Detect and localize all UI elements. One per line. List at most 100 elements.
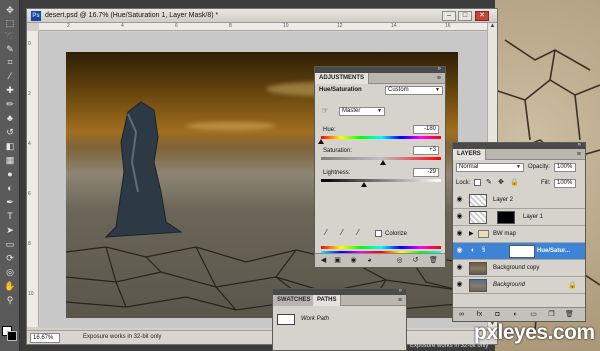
close-button[interactable]: ✕ <box>475 11 489 21</box>
trash-icon[interactable]: 🗑 <box>565 310 574 319</box>
add-mask-icon[interactable]: ◘ <box>493 310 502 319</box>
chain-link-icon[interactable]: § <box>482 247 485 253</box>
layer-row[interactable]: ◉ Layer 2 <box>453 192 585 209</box>
marquee-tool-icon[interactable]: ⬚ <box>3 17 17 29</box>
eraser-tool-icon[interactable]: ◧ <box>3 140 17 152</box>
eye-icon[interactable]: ◉ <box>455 196 464 204</box>
hue-field[interactable]: -180 <box>413 125 439 134</box>
collapse-icon[interactable]: » <box>578 142 581 149</box>
tab-paths[interactable]: PATHS <box>313 295 342 306</box>
scroll-up-icon[interactable]: ▲ <box>489 23 496 31</box>
healing-brush-tool-icon[interactable]: ✚ <box>3 84 17 96</box>
visibility-icon[interactable]: ◕ <box>365 256 374 265</box>
on-image-adjustment-icon[interactable]: ☞ <box>320 106 330 116</box>
panel-menu-icon[interactable]: ≡ <box>398 295 402 306</box>
layer-style-icon[interactable]: fx <box>475 310 484 319</box>
layer-group-row[interactable]: ◉ ▶ BW map <box>453 226 585 243</box>
lightness-slider-track[interactable] <box>321 179 441 182</box>
layer-mask-thumbnail[interactable] <box>509 245 535 258</box>
new-group-icon[interactable]: ▭ <box>529 310 538 319</box>
collapse-icon[interactable]: » <box>399 288 402 295</box>
back-arrow-icon[interactable]: ◀ <box>319 256 328 265</box>
reset-icon[interactable]: ↺ <box>411 256 420 265</box>
clip-to-layer-icon[interactable]: ◉ <box>349 256 358 265</box>
eyedropper-icon[interactable]: ⁄ <box>321 228 331 238</box>
lasso-tool-icon[interactable]: ➰ <box>3 30 17 42</box>
expand-view-icon[interactable]: ▣ <box>333 256 342 265</box>
saturation-field[interactable]: +3 <box>413 146 439 155</box>
eyedropper-minus-icon[interactable]: ⁄ <box>353 228 363 238</box>
quick-selection-tool-icon[interactable]: ✎ <box>3 43 17 55</box>
background-color-swatch[interactable] <box>7 331 17 341</box>
layer-name: Background <box>493 282 526 288</box>
3d-orbit-tool-icon[interactable]: ◎ <box>3 266 17 278</box>
preset-dropdown[interactable]: Custom ▼ <box>385 86 443 95</box>
lock-icon: 🔒 <box>568 282 577 289</box>
crop-tool-icon[interactable]: ⌗ <box>3 56 17 68</box>
adjustment-layer-icon[interactable]: ◐ <box>511 310 520 319</box>
brush-tool-icon[interactable]: ✏ <box>3 98 17 110</box>
adjustments-panel: » ADJUSTMENTS ≡ Hue/Saturation Custom ▼ … <box>314 66 446 268</box>
eye-icon[interactable]: ◉ <box>455 247 464 255</box>
layer-mask-thumbnail[interactable] <box>497 211 515 224</box>
layer-row-selected[interactable]: ◉ ◐ § Hue/Satur... <box>453 243 585 260</box>
channel-dropdown[interactable]: Master ▼ <box>339 107 385 116</box>
type-tool-icon[interactable]: T <box>3 210 17 222</box>
saturation-slider-thumb[interactable] <box>379 160 386 165</box>
trash-icon[interactable]: 🗑 <box>429 256 438 265</box>
hue-slider-thumb[interactable] <box>318 139 324 144</box>
minimize-button[interactable]: – <box>442 11 456 21</box>
clone-stamp-tool-icon[interactable]: ♣ <box>3 112 17 124</box>
tab-adjustments[interactable]: ADJUSTMENTS <box>315 73 370 84</box>
lightness-field[interactable]: -29 <box>413 168 439 177</box>
move-tool-icon[interactable]: ✥ <box>3 4 17 16</box>
lock-pixels-icon[interactable]: ✎ <box>486 178 492 186</box>
lock-position-icon[interactable]: ✥ <box>498 178 504 186</box>
hand-tool-icon[interactable]: ✋ <box>3 280 17 292</box>
zoom-field[interactable]: 16.67% <box>30 333 60 343</box>
collapse-icon[interactable]: » <box>438 66 441 73</box>
blend-mode-dropdown[interactable]: Normal ▼ <box>456 163 524 172</box>
eyedropper-tool-icon[interactable]: ⁄ <box>3 70 17 82</box>
eye-icon[interactable]: ◉ <box>455 213 464 221</box>
history-brush-tool-icon[interactable]: ↺ <box>3 126 17 138</box>
fill-field[interactable]: 100% <box>554 179 576 188</box>
panel-menu-icon[interactable]: ≡ <box>437 73 441 84</box>
maximize-button[interactable]: □ <box>458 11 472 21</box>
eye-icon[interactable]: ◉ <box>455 230 464 238</box>
opacity-field[interactable]: 100% <box>554 163 576 172</box>
path-selection-tool-icon[interactable]: ➤ <box>3 224 17 236</box>
zoom-tool-icon[interactable]: ⚲ <box>3 294 17 306</box>
layer-thumbnail <box>469 211 487 224</box>
layer-row[interactable]: ◉ Layer 1 <box>453 209 585 226</box>
tab-layers[interactable]: LAYERS <box>453 149 486 160</box>
pen-tool-icon[interactable]: ✒ <box>3 196 17 208</box>
gradient-tool-icon[interactable]: ▦ <box>3 154 17 166</box>
hue-slider-track[interactable] <box>321 136 441 139</box>
eye-icon[interactable]: ◉ <box>455 281 464 289</box>
ruler-label: 8 <box>229 23 232 29</box>
layer-row[interactable]: ◉ Background 🔒 <box>453 277 585 294</box>
blur-tool-icon[interactable]: ● <box>3 168 17 180</box>
fill-label: Fill: <box>541 180 551 186</box>
panel-menu-icon[interactable]: ≡ <box>577 149 581 160</box>
view-previous-icon[interactable]: ◎ <box>395 256 404 265</box>
layer-row[interactable]: ◉ Background copy <box>453 260 585 277</box>
eye-icon[interactable]: ◉ <box>455 264 464 272</box>
panel-tab-row: ADJUSTMENTS ≡ <box>315 73 445 84</box>
ruler-label: 10 <box>28 291 34 297</box>
lock-transparency-icon[interactable] <box>474 179 481 186</box>
eyedropper-plus-icon[interactable]: ⁄ <box>337 228 347 238</box>
lock-all-icon[interactable]: 🔒 <box>510 178 519 186</box>
dodge-tool-icon[interactable]: ◐ <box>3 182 17 194</box>
group-expand-icon[interactable]: ▶ <box>469 230 474 237</box>
new-layer-icon[interactable]: ❐ <box>547 310 556 319</box>
link-layers-icon[interactable]: ∞ <box>457 310 466 319</box>
shape-tool-icon[interactable]: ▭ <box>3 238 17 250</box>
colorize-checkbox[interactable] <box>375 230 382 237</box>
lightness-slider-thumb[interactable] <box>360 182 367 187</box>
3d-rotate-tool-icon[interactable]: ⟳ <box>3 252 17 264</box>
tab-swatches[interactable]: SWATCHES <box>273 295 316 306</box>
path-row[interactable]: Work Path <box>275 313 400 327</box>
document-titlebar[interactable]: Ps desert.psd @ 16.7% (Hue/Saturation 1,… <box>27 9 497 23</box>
